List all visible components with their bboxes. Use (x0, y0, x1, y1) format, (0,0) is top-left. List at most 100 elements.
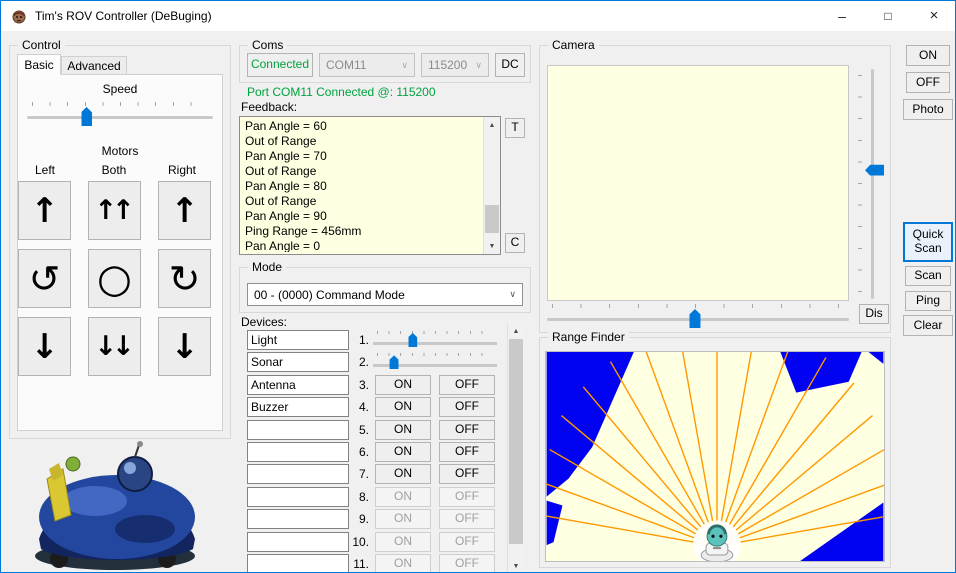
mode-select[interactable]: 00 - (0000) Command Mode ∨ (247, 283, 523, 306)
speed-label: Speed (102, 82, 138, 96)
device-number-label: 7. (358, 467, 369, 482)
device-off-button[interactable]: OFF (439, 442, 495, 462)
camera-pan-thumb[interactable] (689, 309, 701, 328)
camera-pan-slider[interactable] (547, 303, 849, 329)
motor-grid: ↑ ↑↑ ↑ ↺ ○ ↻ ↓ ↓↓ ↓ (18, 181, 211, 376)
scan-button[interactable]: Scan (905, 266, 951, 286)
device-number-label: 2. (358, 355, 369, 370)
scroll-up-icon[interactable]: ▲ (508, 323, 524, 339)
device-slider[interactable] (373, 352, 497, 372)
device-name-input[interactable] (247, 397, 349, 418)
scroll-down-icon[interactable]: ▼ (484, 238, 500, 254)
device-off-button: OFF (439, 531, 495, 552)
camera-dis-button[interactable]: Dis (859, 304, 889, 324)
feedback-scrollbar-thumb[interactable] (485, 205, 499, 233)
device-off-button[interactable]: OFF (439, 464, 495, 485)
device-number-label: 11. (353, 557, 369, 571)
quick-scan-button[interactable]: Quick Scan (903, 222, 953, 262)
device-name-input[interactable] (247, 419, 349, 440)
tab-basic[interactable]: Basic (17, 54, 61, 75)
motor-column-both-label: Both (101, 163, 127, 177)
baud-rate-select: 115200 ∨ (421, 53, 489, 77)
feedback-clear-button[interactable]: C (505, 233, 525, 253)
device-row: 2. (239, 352, 501, 373)
com-port-value: COM11 (326, 58, 367, 72)
maximize-button[interactable]: □ (865, 1, 911, 30)
device-off-button[interactable]: OFF (439, 374, 495, 395)
device-name-input[interactable] (247, 330, 349, 350)
motor-forward-left-button[interactable]: ↑ (18, 181, 71, 240)
device-on-button[interactable]: ON (375, 464, 431, 485)
device-name-input[interactable] (247, 486, 349, 507)
device-row: 5. ON OFF (239, 419, 501, 440)
devices-scrollbar[interactable]: ▲ ▼ (507, 323, 524, 572)
device-name-input[interactable] (247, 509, 349, 530)
motor-column-left-label: Left (34, 163, 55, 177)
speed-slider-ticks (32, 102, 208, 106)
device-name-input[interactable] (247, 352, 349, 373)
feedback-box: Pan Angle = 60 Out of Range Pan Angle = 70… (239, 116, 501, 255)
coms-group-label: Coms (248, 38, 288, 52)
device-off-button: OFF (439, 509, 495, 530)
device-slider[interactable] (373, 330, 497, 350)
camera-tilt-thumb[interactable] (865, 164, 884, 176)
photo-button[interactable]: Photo (903, 99, 953, 120)
camera-view (547, 65, 849, 301)
motor-back-right-button[interactable]: ↓ (158, 317, 211, 376)
speed-slider-track (27, 116, 213, 119)
chevron-down-icon: ∨ (401, 59, 408, 70)
clear-button[interactable]: Clear (903, 315, 953, 336)
device-off-button[interactable]: OFF (439, 419, 495, 440)
device-number-label: 8. (358, 489, 369, 504)
device-number-label: 3. (358, 377, 369, 392)
minimize-button[interactable]: – (819, 1, 865, 30)
app-window: Tim's ROV Controller (DeBuging) – □ × Co… (0, 0, 956, 573)
device-name-input[interactable] (247, 442, 349, 462)
titlebar: Tim's ROV Controller (DeBuging) – □ × (1, 1, 955, 31)
device-number-label: 1. (358, 333, 369, 347)
speed-slider[interactable] (27, 101, 213, 127)
motor-back-both-button[interactable]: ↓↓ (88, 317, 141, 376)
device-on-button[interactable]: ON (375, 397, 431, 418)
motor-back-left-button[interactable]: ↓ (18, 317, 71, 376)
tab-advanced[interactable]: Advanced (61, 56, 127, 75)
coms-status: Port COM11 Connected @: 115200 (247, 85, 436, 99)
device-name-input[interactable] (247, 374, 349, 395)
disconnect-button[interactable]: DC (495, 53, 525, 77)
motor-forward-right-button[interactable]: ↑ (158, 181, 211, 240)
devices-scrollbar-thumb[interactable] (509, 339, 523, 544)
device-name-input[interactable] (247, 531, 349, 552)
motor-rotate-right-button[interactable]: ↻ (158, 249, 211, 308)
scroll-down-icon[interactable]: ▼ (508, 558, 524, 572)
device-on-button[interactable]: ON (375, 442, 431, 462)
camera-tilt-track (871, 69, 874, 299)
window-title: Tim's ROV Controller (DeBuging) (35, 9, 212, 23)
scroll-up-icon[interactable]: ▲ (484, 117, 500, 133)
device-name-input[interactable] (247, 554, 349, 572)
motor-stop-button[interactable]: ○ (88, 249, 141, 308)
camera-tilt-slider[interactable] (857, 69, 885, 299)
close-button[interactable]: × (911, 1, 955, 30)
power-on-button[interactable]: ON (906, 45, 950, 66)
device-row: 8. ON OFF (239, 486, 501, 507)
device-row: 9. ON OFF (239, 509, 501, 530)
device-name-input[interactable] (247, 464, 349, 485)
motor-column-right-label: Right (167, 163, 196, 177)
feedback-scrollbar[interactable]: ▲ ▼ (483, 117, 500, 254)
baud-rate-value: 115200 (428, 58, 468, 72)
speed-slider-thumb[interactable] (81, 107, 93, 126)
device-on-button[interactable]: ON (375, 374, 431, 395)
motors-label: Motors (101, 144, 139, 158)
devices-label: Devices: (241, 315, 288, 329)
range-finder-canvas (545, 351, 885, 562)
motor-rotate-left-button[interactable]: ↺ (18, 249, 71, 308)
feedback-t-button[interactable]: T (505, 118, 525, 138)
chevron-down-icon: ∨ (475, 59, 482, 70)
device-row: 6. ON OFF (239, 442, 501, 462)
connected-button[interactable]: Connected (247, 53, 313, 77)
motor-forward-both-button[interactable]: ↑↑ (88, 181, 141, 240)
device-off-button[interactable]: OFF (439, 397, 495, 418)
power-off-button[interactable]: OFF (906, 72, 950, 93)
ping-button[interactable]: Ping (905, 291, 951, 311)
device-on-button[interactable]: ON (375, 419, 431, 440)
